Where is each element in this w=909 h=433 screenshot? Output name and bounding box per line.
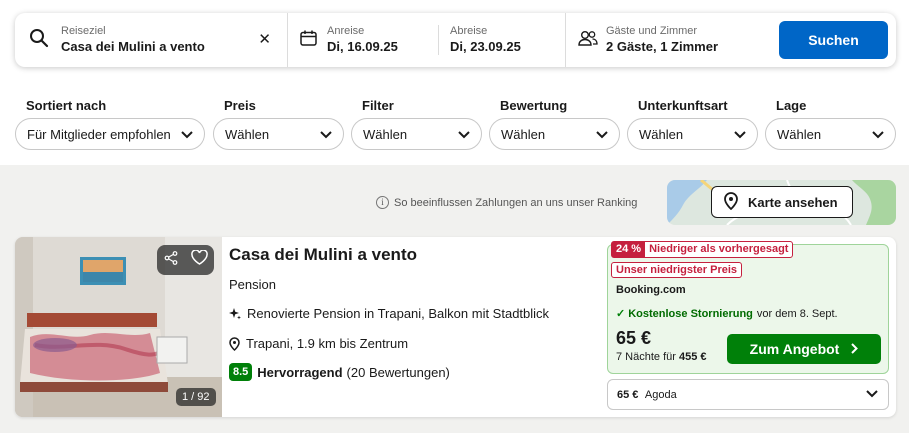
checkin-value: Di, 16.09.25 <box>327 38 398 54</box>
ranking-info-link[interactable]: i So beeinflussen Zahlungen an uns unser… <box>376 196 637 209</box>
filter-label: Bewertung <box>500 98 568 113</box>
map-pin-icon <box>724 191 738 213</box>
map-button[interactable]: Karte ansehen <box>667 180 896 225</box>
search-button[interactable]: Suchen <box>779 21 888 59</box>
filter-label: Preis <box>224 98 256 113</box>
filter-sort: Sortiert nach Für Mitglieder empfohlen <box>15 98 205 150</box>
total-price: 7 Nächte für 455 € <box>616 351 707 363</box>
alternative-deal[interactable]: 65 € Agoda <box>607 379 889 410</box>
info-icon: i <box>376 196 389 209</box>
share-icon[interactable] <box>164 250 178 270</box>
clear-icon[interactable]: ✕ <box>258 32 271 47</box>
select-value: Wählen <box>501 126 546 142</box>
lowest-price-badge: Unser niedrigster Preis <box>611 262 743 278</box>
discount-text: Niedriger als vorhergesagt <box>649 243 789 255</box>
search-icon <box>29 28 49 53</box>
hotel-type: Pension <box>229 277 276 292</box>
destination-label: Reiseziel <box>61 24 106 37</box>
view-deal-label: Zum Angebot <box>749 341 840 357</box>
accommodation-type-select[interactable]: Wählen <box>627 118 758 150</box>
chevron-down-icon <box>181 127 193 142</box>
checkin-field[interactable]: Anreise Di, 16.09.25 <box>288 13 438 67</box>
chevron-down-icon <box>866 389 878 401</box>
chevron-down-icon <box>872 127 884 142</box>
review-score-badge: 8.5 <box>229 363 253 381</box>
filter-price: Preis Wählen <box>213 98 344 150</box>
cancel-label: Kostenlose Stornierung <box>628 307 753 320</box>
search-bar: Reiseziel Casa dei Mulini a vento ✕ Anre… <box>15 13 896 67</box>
total-prefix: 7 Nächte für <box>616 351 676 363</box>
checkout-value: Di, 23.09.25 <box>450 38 521 54</box>
filter-accommodation-type: Unterkunftsart Wählen <box>627 98 758 150</box>
select-value: Wählen <box>777 126 822 142</box>
guests-value: 2 Gäste, 1 Zimmer <box>606 38 718 54</box>
filter-bar: Sortiert nach Für Mitglieder empfohlen P… <box>15 98 896 150</box>
checkout-label: Abreise <box>450 24 488 37</box>
discount-badge: 24 % Niedriger als vorhergesagt <box>611 241 794 258</box>
sort-select[interactable]: Für Mitglieder empfohlen <box>15 118 205 150</box>
alt-provider: Agoda <box>644 388 677 401</box>
select-value: Wählen <box>363 126 408 142</box>
map-button-label: Karte ansehen <box>711 186 853 218</box>
guests-icon <box>578 30 598 51</box>
filter-rating: Bewertung Wählen <box>489 98 620 150</box>
filter-label: Unterkunftsart <box>638 98 728 113</box>
filter-location: Lage Wählen <box>765 98 896 150</box>
heart-icon[interactable] <box>190 249 208 270</box>
hotel-photo[interactable]: 1 / 92 <box>15 237 222 417</box>
guests-field[interactable]: Gäste und Zimmer 2 Gäste, 1 Zimmer <box>566 13 766 67</box>
hotel-feature: Renovierte Pension in Trapani, Balkon mi… <box>229 306 549 321</box>
filter-select[interactable]: Wählen <box>351 118 482 150</box>
filter-filter: Filter Wählen <box>351 98 482 150</box>
guests-label: Gäste und Zimmer <box>606 24 698 37</box>
photo-counter: 1 / 92 <box>176 388 216 406</box>
price-select[interactable]: Wählen <box>213 118 344 150</box>
nightly-price: 65 € <box>616 328 652 348</box>
cancel-deadline: vor dem 8. Sept. <box>756 307 838 320</box>
hotel-location: Trapani, 1.9 km bis Zentrum <box>229 336 408 351</box>
chevron-down-icon <box>596 127 608 142</box>
destination-field[interactable]: Reiseziel Casa dei Mulini a vento ✕ <box>15 13 287 67</box>
checkout-field[interactable]: Abreise Di, 23.09.25 <box>439 13 565 67</box>
total-amount: 455 € <box>678 351 707 363</box>
filter-label: Sortiert nach <box>26 98 107 113</box>
feature-text: Renovierte Pension in Trapani, Balkon mi… <box>247 306 550 321</box>
hotel-name[interactable]: Casa dei Mulini a vento <box>229 245 417 265</box>
rating-word: Hervorragend <box>257 364 343 380</box>
hotel-card[interactable]: 1 / 92 Casa dei Mulini a vento Pension R… <box>15 237 896 417</box>
sparkle-icon <box>229 307 241 320</box>
chevron-down-icon <box>734 127 746 142</box>
discount-percent: 24 % <box>612 242 646 257</box>
chevron-down-icon <box>320 127 332 142</box>
free-cancellation: ✓ Kostenlose Stornierung vor dem 8. Sept… <box>616 307 838 321</box>
location-select[interactable]: Wählen <box>765 118 896 150</box>
calendar-icon <box>300 30 317 51</box>
filter-label: Lage <box>776 98 807 113</box>
location-text: Trapani, 1.9 km bis Zentrum <box>246 336 409 351</box>
select-value: Wählen <box>639 126 684 142</box>
chevron-down-icon <box>458 127 470 142</box>
view-deal-button[interactable]: Zum Angebot <box>727 334 881 364</box>
destination-value: Casa dei Mulini a vento <box>61 38 205 54</box>
review-count: (20 Bewertungen) <box>346 364 450 380</box>
check-icon: ✓ <box>616 308 626 320</box>
filter-label: Filter <box>362 98 394 113</box>
chevron-right-icon <box>851 341 859 357</box>
select-value: Für Mitglieder empfohlen <box>27 126 171 142</box>
alt-price: 65 € <box>617 388 639 401</box>
hotel-rating: 8.5 Hervorragend (20 Bewertungen) <box>229 363 450 381</box>
map-button-text: Karte ansehen <box>748 194 838 210</box>
checkin-label: Anreise <box>327 24 365 37</box>
select-value: Wählen <box>225 126 270 142</box>
ranking-note: So beeinflussen Zahlungen an uns unser R… <box>394 196 638 209</box>
location-pin-icon <box>229 336 240 351</box>
rating-select[interactable]: Wählen <box>489 118 620 150</box>
photo-actions <box>157 245 214 275</box>
deal-provider: Booking.com <box>616 284 686 296</box>
